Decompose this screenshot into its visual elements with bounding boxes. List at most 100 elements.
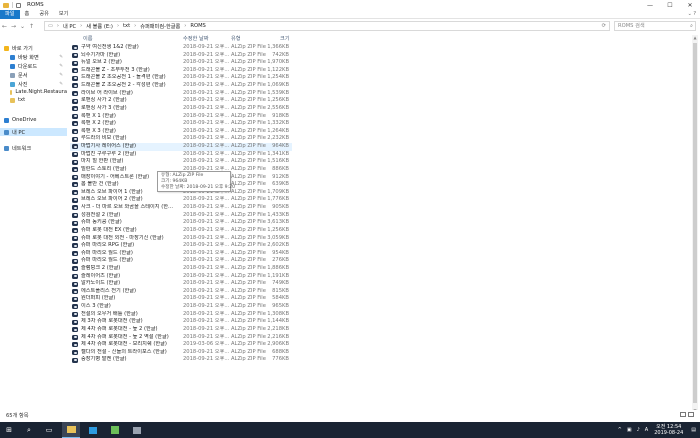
large-icons-view-icon[interactable] xyxy=(688,412,694,417)
file-row[interactable]: 로맨싱 사가 3 (한글) 2018-09-21 오후... ALZip ZIP F… xyxy=(70,105,292,113)
file-name: 뇌수기가마 (한글) xyxy=(81,51,121,58)
nav-item[interactable]: 사진 ✎ xyxy=(0,80,67,88)
file-row[interactable]: 마치 힐 한판 (한글) 2018-09-21 오후... ALZip ZIP Fi… xyxy=(70,158,292,166)
file-row[interactable]: 뇌수기가마 (한글) 2018-09-21 오후... ALZip ZIP File… xyxy=(70,52,292,60)
file-row[interactable]: 슈퍼 마리오 월드 (한글) 2018-09-21 오후... ALZip ZIP … xyxy=(70,257,292,265)
file-row[interactable]: 성검전설 2 (한글) 2018-09-21 오후... ALZip ZIP Fil… xyxy=(70,212,292,220)
file-row[interactable]: 제 3차 슈퍼 로봇대전 (한글) 2018-09-21 오후... ALZip Z… xyxy=(70,318,292,326)
forward-icon[interactable]: → xyxy=(9,21,18,31)
breadcrumb-txt[interactable]: txt xyxy=(123,23,130,29)
tab-home[interactable]: 홈 xyxy=(20,10,35,19)
file-row[interactable]: 원더퍼피 (한글) 2018-09-21 오후... ALZip ZIP File 5… xyxy=(70,295,292,303)
file-row[interactable]: 듀얼 오브 2 (한글) 2018-09-21 오후... ALZip ZIP Fi… xyxy=(70,59,292,67)
close-icon[interactable]: ✕ xyxy=(680,0,700,10)
breadcrumb-volume[interactable]: 새 볼륨 (E:) xyxy=(86,23,113,30)
network-icon[interactable]: ▣ xyxy=(627,427,632,433)
file-row[interactable]: 이스 3 (한글) 2018-09-21 오후... ALZip ZIP File 9… xyxy=(70,303,292,311)
quick-access-properties-icon[interactable] xyxy=(16,2,21,8)
volume-icon[interactable]: ♪ xyxy=(637,427,640,433)
task-view-icon[interactable]: ▭ xyxy=(40,422,58,438)
nav-item[interactable]: 다운로드 ✎ xyxy=(0,62,67,70)
maximize-icon[interactable]: ☐ xyxy=(660,0,680,10)
search-input[interactable]: ROMS 검색 ⌕ xyxy=(614,21,696,31)
file-size: 1,256KB xyxy=(267,226,289,233)
file-row[interactable]: 드래곤볼 Z 초오공전 1 - 돌격편 (한글) 2018-09-21 오후...… xyxy=(70,74,292,82)
app-icon[interactable] xyxy=(128,422,146,438)
nav-item[interactable]: Late.Night.Restaura xyxy=(0,88,67,96)
recent-locations-icon[interactable]: ⌄ xyxy=(18,21,27,31)
file-row[interactable]: 슬램덩크 2 (한글) 2018-09-21 오후... ALZip ZIP Fil… xyxy=(70,265,292,273)
file-row[interactable]: 록맨 X 1 (한글) 2018-09-21 오후... ALZip ZIP Fil… xyxy=(70,113,292,121)
breadcrumb-my-pc[interactable]: 내 PC xyxy=(63,23,76,30)
column-header-name[interactable]: 이름 xyxy=(83,35,93,43)
ime-icon[interactable]: A xyxy=(645,427,648,433)
back-icon[interactable]: ← xyxy=(0,21,9,31)
app-icon[interactable] xyxy=(84,422,102,438)
file-row[interactable]: 알카노이드 (한글) 2018-09-21 오후... ALZip ZIP File… xyxy=(70,280,292,288)
emulator-icon[interactable] xyxy=(106,422,124,438)
file-row[interactable]: 마법진 구루구루 2 (한글) 2018-09-21 오후... ALZip ZIP… xyxy=(70,151,292,159)
file-explorer-icon[interactable] xyxy=(62,422,80,438)
clock[interactable]: 오전 12:54 2019-08-24 xyxy=(654,424,683,436)
nav-item[interactable]: 바탕 화면 ✎ xyxy=(0,53,67,61)
file-size: 1,516KB xyxy=(267,158,289,165)
column-header-size[interactable]: 크기 xyxy=(280,35,290,43)
file-row[interactable]: 구약 여신전생 1&2 (한글) 2018-09-21 오후... ALZip ZI… xyxy=(70,44,292,52)
file-row[interactable]: 슬레이어즈 (한글) 2018-09-21 오후... ALZip ZIP File… xyxy=(70,273,292,281)
nav-item[interactable]: 내 PC xyxy=(0,128,67,136)
file-row[interactable]: 마법기사 레이어스 (한글) 2018-09-21 오후... ALZip ZIP … xyxy=(70,143,292,151)
file-row[interactable]: 전설의 오우거 배틀 (한글) 2018-09-21 오후... ALZip ZIP… xyxy=(70,311,292,319)
vertical-scrollbar[interactable]: ▲ ▼ xyxy=(692,35,698,414)
column-header-type[interactable]: 유형 xyxy=(231,35,241,43)
nav-item[interactable]: 바로 가기 xyxy=(0,44,67,52)
breadcrumb-snes-roms[interactable]: 슈퍼패미컴-한글롬 xyxy=(140,23,180,30)
tab-file[interactable]: 파일 xyxy=(0,9,20,19)
file-row[interactable]: 제 4차 슈퍼 로봇대전 - 늪 2 역설 (한글) 2018-09-21 오후.… xyxy=(70,334,292,342)
scroll-up-icon[interactable]: ▲ xyxy=(692,35,698,41)
file-row[interactable]: 제 4차 슈퍼 로봇대전 - 늪 2 (한글) 2018-09-21 오후... A… xyxy=(70,326,292,334)
details-view-icon[interactable] xyxy=(680,412,686,417)
chevron-up-icon[interactable]: ^ xyxy=(618,427,622,433)
refresh-icon[interactable]: ⟳ xyxy=(602,23,606,29)
file-row[interactable]: 록맨 X 3 (한글) 2018-09-21 오후... ALZip ZIP Fil… xyxy=(70,128,292,136)
file-row[interactable]: 록맨 X 2 (한글) 2018-09-21 오후... ALZip ZIP Fil… xyxy=(70,120,292,128)
file-row[interactable]: 슈퍼 로봇 대전 외전 - 마장기신 (한글) 2018-09-21 오후... A… xyxy=(70,235,292,243)
file-row[interactable]: 루드라의 비보 (한글) 2018-09-21 오후... ALZip ZIP Fi… xyxy=(70,135,292,143)
file-row[interactable]: 슈퍼 마리오 RPG (한글) 2018-09-21 오후... ALZip ZIP… xyxy=(70,242,292,250)
file-row[interactable]: 브레스 오브 파이어 2 (한글) 2018-09-21 오후... ALZip Z… xyxy=(70,196,292,204)
file-row[interactable]: 라이브 어 라이브 (한글) 2018-09-21 오후... ALZip ZIP … xyxy=(70,90,292,98)
zip-file-icon xyxy=(72,45,78,51)
file-row[interactable]: 제 4차 슈퍼 로봇대전 - 모리치쉐 (한글) 2019-03-06 오후...… xyxy=(70,341,292,349)
minimize-icon[interactable]: — xyxy=(640,0,660,10)
file-row[interactable]: 슈퍼 로봇 대전 EX (한글) 2018-09-21 오후... ALZip ZI… xyxy=(70,227,292,235)
column-header-date[interactable]: 수정한 날짜 xyxy=(183,35,209,43)
search-icon[interactable]: ⌕ xyxy=(20,422,38,438)
nav-item[interactable]: 문서 ✎ xyxy=(0,71,67,79)
notification-icon[interactable]: ▤ xyxy=(691,427,696,433)
ribbon-expand-icon[interactable]: ⌄ ? xyxy=(688,11,696,17)
file-name: 드래곤볼 Z 초오공전 1 - 돌격편 (한글) xyxy=(81,74,166,81)
file-row[interactable]: 사크 - 더 마르 오브 와곰을 스테이지 (한... 2018-09-21 오후… xyxy=(70,204,292,212)
breadcrumb-roms[interactable]: ROMS xyxy=(190,23,205,29)
file-date: 2018-09-21 오후... xyxy=(183,112,229,119)
window-controls: — ☐ ✕ xyxy=(640,0,700,10)
address-bar[interactable]: ▭ › 내 PC › 새 볼륨 (E:) › txt › 슈퍼패미컴-한글롬 ›… xyxy=(44,21,610,31)
file-row[interactable]: 드래곤볼 Z - 초무투전 3 (한글) 2018-09-21 오후... ALZi… xyxy=(70,67,292,75)
file-row[interactable]: 슈퍼 동키콩 (한글) 2018-09-21 오후... ALZip ZIP Fil… xyxy=(70,219,292,227)
tab-view[interactable]: 보기 xyxy=(54,10,74,19)
file-row[interactable]: 젤다의 전설 - 신들의 트라이포스 (한글) 2018-09-21 오후... A… xyxy=(70,349,292,357)
file-row[interactable]: 슈퍼 마리오 월드 (한글) 2018-09-21 오후... ALZip ZIP … xyxy=(70,250,292,258)
file-row[interactable]: 드래곤볼 Z 초오공전 2 - 각성편 (한글) 2018-09-21 오후...… xyxy=(70,82,292,90)
nav-item[interactable]: txt xyxy=(0,96,67,104)
scrollbar-thumb[interactable] xyxy=(693,43,697,403)
nav-item[interactable]: 네트워크 xyxy=(0,144,67,152)
zip-file-icon xyxy=(72,350,78,356)
up-icon[interactable]: ↑ xyxy=(27,21,36,31)
chevron-right-icon: › xyxy=(116,23,120,29)
tab-share[interactable]: 공유 xyxy=(34,10,54,19)
file-row[interactable]: 에스트폴리스 전기 (한글) 2018-09-21 오후... ALZip ZIP … xyxy=(70,288,292,296)
start-icon[interactable]: ⊞ xyxy=(0,422,18,438)
file-row[interactable]: 로맨싱 사가 2 (한글) 2018-09-21 오후... ALZip ZIP F… xyxy=(70,97,292,105)
file-row[interactable]: 중장기병 발켄 (한글) 2018-09-21 오후... ALZip ZIP Fi… xyxy=(70,356,292,364)
nav-item[interactable]: OneDrive xyxy=(0,116,67,124)
